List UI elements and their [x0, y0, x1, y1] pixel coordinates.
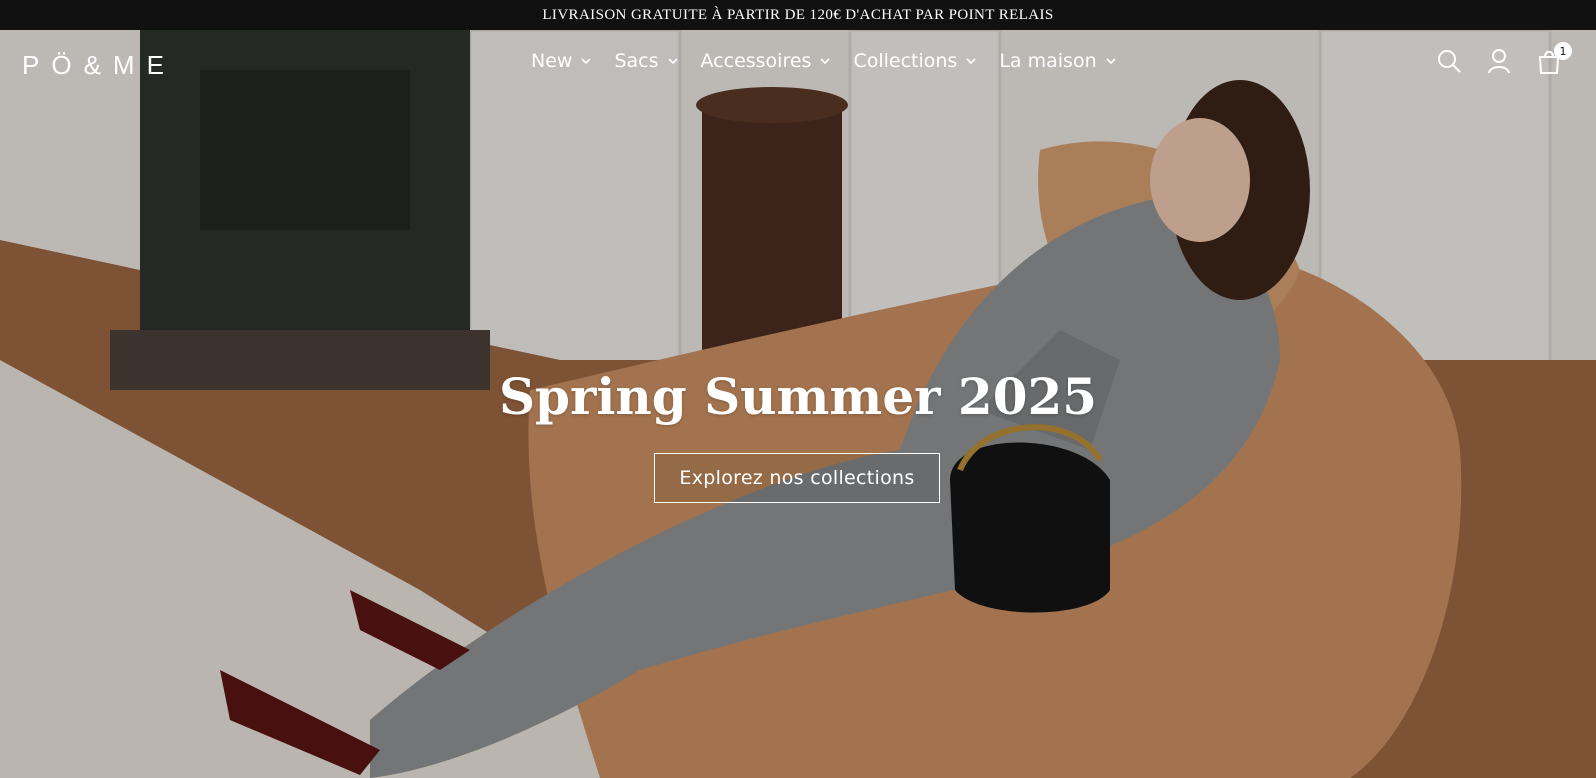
announcement-text: LIVRAISON GRATUITE À PARTIR DE 120€ D'AC…: [542, 6, 1054, 23]
nav-item-label: La maison: [999, 50, 1097, 72]
nav-item-label: New: [531, 50, 573, 72]
account-icon[interactable]: [1486, 48, 1516, 78]
chevron-down-icon: [966, 58, 976, 65]
nav-item-label: Sacs: [614, 50, 659, 72]
announcement-bar: LIVRAISON GRATUITE À PARTIR DE 120€ D'AC…: [0, 0, 1596, 30]
chevron-down-icon: [667, 58, 678, 65]
cart-count-badge: 1: [1554, 42, 1572, 60]
nav-item-sacs[interactable]: Sacs: [614, 50, 678, 72]
cart-icon[interactable]: 1: [1536, 42, 1572, 78]
chevron-down-icon: [1106, 58, 1116, 65]
chevron-down-icon: [581, 58, 592, 65]
nav-item-accessoires[interactable]: Accessoires: [701, 50, 832, 72]
hero-title: Spring Summer 2025: [498, 366, 1098, 426]
chevron-down-icon: [820, 58, 831, 65]
explore-collections-button[interactable]: Explorez nos collections: [654, 453, 940, 503]
nav-item-label: Accessoires: [700, 50, 812, 72]
site-header: PÖ&ME New Sacs Accessoires Collections L…: [0, 30, 1596, 98]
main-nav: New Sacs Accessoires Collections La mais…: [531, 50, 1117, 72]
nav-item-collections[interactable]: Collections: [853, 50, 977, 72]
brand-logo[interactable]: PÖ&ME: [22, 50, 176, 81]
nav-item-new[interactable]: New: [531, 50, 592, 72]
nav-item-la-maison[interactable]: La maison: [999, 50, 1116, 72]
nav-item-label: Collections: [853, 50, 958, 72]
header-icons: 1: [1436, 42, 1596, 80]
search-icon[interactable]: [1436, 48, 1466, 78]
